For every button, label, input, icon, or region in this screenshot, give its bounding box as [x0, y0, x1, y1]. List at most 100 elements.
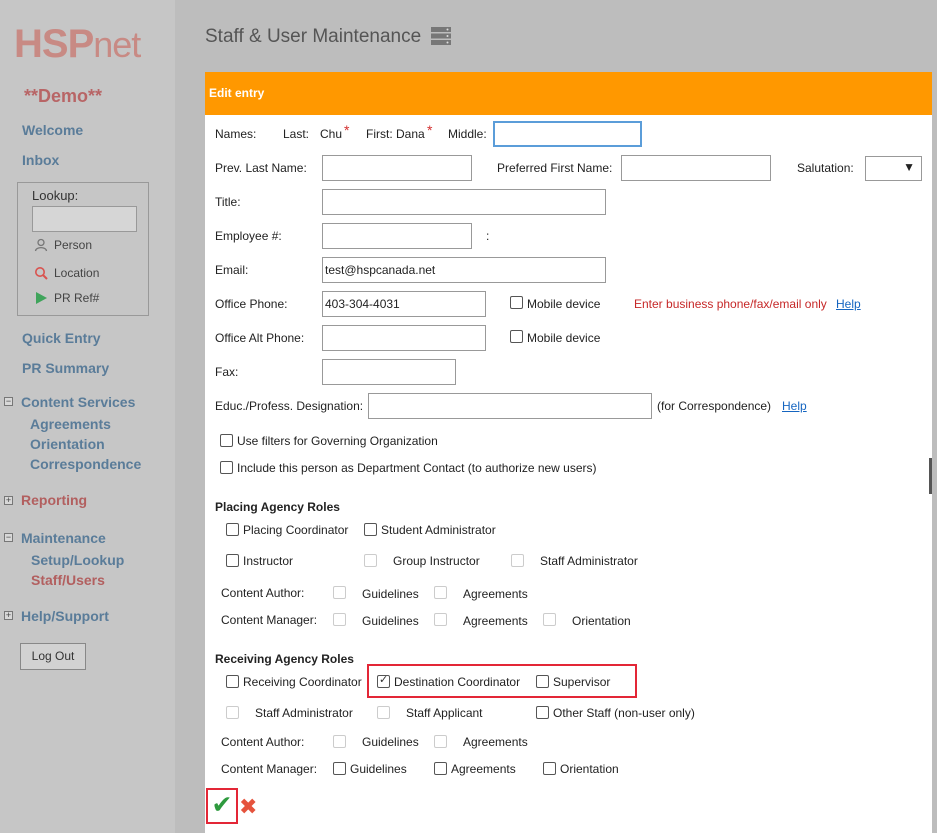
receiving-staff-administrator-checkbox[interactable] — [226, 706, 239, 719]
other-staff-checkbox[interactable] — [536, 706, 549, 719]
middle-name-input[interactable] — [493, 121, 642, 147]
mobile-device-alt-label: Mobile device — [527, 331, 601, 345]
receiving-manager-guidelines-checkbox[interactable] — [333, 762, 346, 775]
placing-roles-heading: Placing Agency Roles — [215, 500, 340, 514]
mobile-device-label: Mobile device — [527, 297, 601, 311]
business-contact-note: Enter business phone/fax/email only — [634, 297, 827, 311]
lookup-input[interactable] — [32, 206, 137, 232]
first-label: First: — [366, 127, 393, 141]
designation-label: Educ./Profess. Designation: — [215, 399, 364, 413]
placing-manager-orientation-checkbox[interactable] — [543, 613, 556, 626]
email-input[interactable] — [322, 257, 606, 283]
help-link[interactable]: Help — [782, 399, 807, 413]
preferred-first-name-input[interactable] — [621, 155, 771, 181]
nav-quick-entry[interactable]: Quick Entry — [22, 330, 101, 346]
receiving-author-guidelines-label: Guidelines — [362, 735, 419, 749]
server-list-icon[interactable] — [430, 26, 452, 46]
save-check-icon[interactable]: ✔ — [206, 788, 238, 824]
placing-author-agreements-checkbox[interactable] — [434, 586, 447, 599]
lookup-location-label: Location — [54, 266, 100, 280]
placing-manager-guidelines-checkbox[interactable] — [333, 613, 346, 626]
employee-suffix: : — [486, 229, 490, 243]
placing-manager-orientation-label: Orientation — [572, 614, 631, 628]
nav-staff-users[interactable]: Staff/Users — [31, 572, 105, 588]
designation-input[interactable] — [368, 393, 652, 419]
location-search-icon — [35, 267, 48, 280]
lookup-person[interactable]: Person — [34, 238, 92, 252]
placing-manager-agreements-label: Agreements — [463, 614, 528, 628]
nav-orientation[interactable]: Orientation — [30, 436, 105, 452]
mobile-device-alt-checkbox[interactable] — [510, 330, 523, 343]
receiving-coordinator-checkbox[interactable] — [226, 675, 239, 688]
office-phone-input[interactable] — [322, 291, 486, 317]
nav-inbox[interactable]: Inbox — [22, 152, 59, 168]
environment-label: **Demo** — [24, 86, 103, 106]
nav-content-services[interactable]: Content Services — [21, 394, 135, 410]
lookup-pr-ref[interactable]: PR Ref# — [34, 291, 99, 305]
supervisor-label: Supervisor — [553, 675, 611, 689]
destination-coordinator-checkbox[interactable] — [377, 673, 390, 688]
logout-button[interactable]: Log Out — [20, 643, 86, 670]
prev-last-name-input[interactable] — [322, 155, 472, 181]
nav-welcome[interactable]: Welcome — [22, 122, 83, 138]
help-link[interactable]: Help — [836, 297, 861, 311]
placing-staff-administrator-checkbox[interactable] — [511, 554, 524, 567]
other-staff-label: Other Staff (non-user only) — [553, 706, 695, 720]
title-input[interactable] — [322, 189, 606, 215]
last-label: Last: — [283, 127, 310, 141]
email-label: Email: — [215, 263, 249, 277]
use-filters-checkbox[interactable] — [220, 434, 233, 447]
student-administrator-checkbox[interactable] — [364, 523, 377, 536]
supervisor-checkbox[interactable] — [536, 675, 549, 688]
cancel-x-icon[interactable]: ✖ — [239, 794, 257, 820]
collapse-icon[interactable]: − — [4, 533, 13, 542]
placing-manager-agreements-checkbox[interactable] — [434, 613, 447, 626]
salutation-label: Salutation: — [797, 161, 854, 175]
placing-author-guidelines-checkbox[interactable] — [333, 586, 346, 599]
placing-coordinator-label: Placing Coordinator — [243, 523, 349, 537]
placing-staff-administrator-label: Staff Administrator — [540, 554, 638, 568]
receiving-manager-orientation-checkbox[interactable] — [543, 762, 556, 775]
receiving-author-guidelines-checkbox[interactable] — [333, 735, 346, 748]
edit-entry-dialog: Edit entry Names: Last: Chu * First: Dan… — [205, 72, 932, 833]
department-contact-checkbox[interactable] — [220, 461, 233, 474]
destination-coordinator-label: Destination Coordinator — [394, 675, 521, 689]
expand-icon[interactable]: + — [4, 611, 13, 620]
required-marker: * — [427, 122, 433, 138]
office-alt-phone-label: Office Alt Phone: — [215, 331, 305, 345]
dropdown-arrow-icon: ▼ — [903, 160, 915, 174]
expand-icon[interactable]: + — [4, 496, 13, 505]
staff-applicant-checkbox[interactable] — [377, 706, 390, 719]
group-instructor-checkbox[interactable] — [364, 554, 377, 567]
lookup-person-label: Person — [54, 238, 93, 252]
placing-author-agreements-label: Agreements — [463, 587, 528, 601]
lookup-pr-ref-label: PR Ref# — [54, 291, 100, 305]
receiving-manager-agreements-checkbox[interactable] — [434, 762, 447, 775]
mobile-device-checkbox[interactable] — [510, 296, 523, 309]
prev-last-name-label: Prev. Last Name: — [215, 161, 307, 175]
receiving-author-agreements-label: Agreements — [463, 735, 528, 749]
collapse-icon[interactable]: − — [4, 397, 13, 406]
nav-pr-summary[interactable]: PR Summary — [22, 360, 109, 376]
nav-agreements[interactable]: Agreements — [30, 416, 111, 432]
nav-reporting[interactable]: Reporting — [21, 492, 87, 508]
nav-maintenance[interactable]: Maintenance — [21, 530, 106, 546]
staff-applicant-label: Staff Applicant — [406, 706, 483, 720]
receiving-author-agreements-checkbox[interactable] — [434, 735, 447, 748]
salutation-select[interactable]: ▼ — [865, 156, 922, 181]
receiving-roles-heading: Receiving Agency Roles — [215, 652, 354, 666]
fax-input[interactable] — [322, 359, 456, 385]
person-icon — [34, 238, 48, 252]
nav-setup-lookup[interactable]: Setup/Lookup — [31, 552, 124, 568]
student-administrator-label: Student Administrator — [381, 523, 496, 537]
nav-correspondence[interactable]: Correspondence — [30, 456, 141, 472]
placing-coordinator-checkbox[interactable] — [226, 523, 239, 536]
app-logo: HSPnet — [14, 22, 141, 66]
employee-number-input[interactable] — [322, 223, 472, 249]
lookup-location[interactable]: Location — [34, 266, 99, 280]
instructor-checkbox[interactable] — [226, 554, 239, 567]
office-alt-phone-input[interactable] — [322, 325, 486, 351]
lookup-label: Lookup: — [32, 188, 79, 203]
nav-help-support[interactable]: Help/Support — [21, 608, 109, 624]
scrollbar-thumb[interactable] — [929, 458, 932, 494]
